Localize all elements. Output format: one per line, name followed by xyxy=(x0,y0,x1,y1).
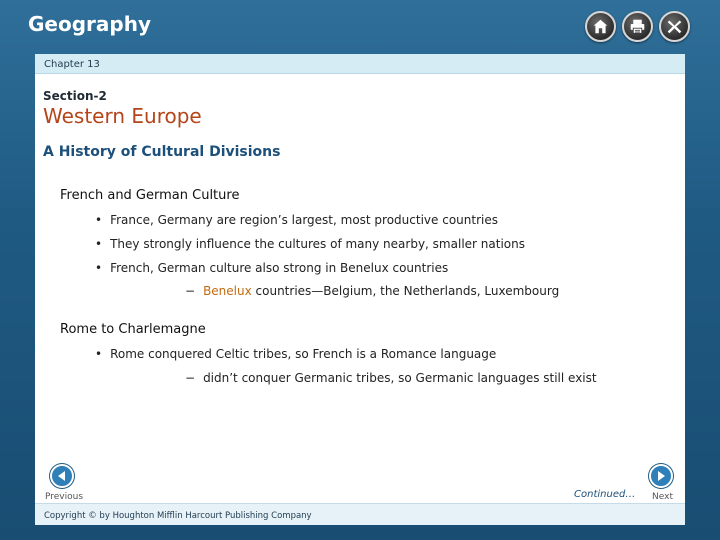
dash-glyph: − xyxy=(185,371,196,385)
chapter-bar: Chapter 13 xyxy=(35,54,685,74)
sub-bullet-item: − Benelux countries—Belgium, the Netherla… xyxy=(185,284,559,298)
previous-button[interactable] xyxy=(50,464,74,488)
bullet-glyph: • xyxy=(95,213,103,227)
continued-note: Continued… xyxy=(574,489,636,500)
home-icon xyxy=(593,19,608,34)
bullet-glyph: • xyxy=(95,261,103,275)
bullet-text: Rome conquered Celtic tribes, so French … xyxy=(110,347,497,361)
bullet-item: • They strongly influence the cultures of… xyxy=(95,237,525,251)
bullet-glyph: • xyxy=(95,347,103,361)
next-button[interactable] xyxy=(649,464,673,488)
bullet-text: They strongly influence the cultures of … xyxy=(110,237,525,251)
dash-glyph: − xyxy=(185,284,196,298)
home-button[interactable] xyxy=(585,11,616,42)
lesson-subtitle: A History of Cultural Divisions xyxy=(43,144,281,160)
key-term: Benelux xyxy=(203,284,252,298)
bullet-text: French, German culture also strong in Be… xyxy=(110,261,449,275)
bullet-item: • France, Germany are region’s largest, m… xyxy=(95,213,498,227)
print-button[interactable] xyxy=(622,11,653,42)
sub-bullet-text: countries—Belgium, the Netherlands, Luxe… xyxy=(251,284,560,298)
next-label: Next xyxy=(652,492,673,502)
copyright-footer: Copyright © by Houghton Mifflin Harcourt… xyxy=(35,503,685,525)
slide-content: Section-2 Western Europe A History of Cu… xyxy=(35,74,685,503)
bullet-item: • French, German culture also strong in B… xyxy=(95,261,448,275)
bullet-item: • Rome conquered Celtic tribes, so French… xyxy=(95,347,496,361)
topic-heading: Rome to Charlemagne xyxy=(60,322,206,337)
close-icon xyxy=(667,20,682,34)
topic-heading: French and German Culture xyxy=(60,188,240,203)
arrow-right-icon xyxy=(658,471,665,481)
arrow-left-icon xyxy=(58,471,65,481)
bullet-glyph: • xyxy=(95,237,103,251)
toolbar xyxy=(585,11,690,42)
chapter-label: Chapter 13 xyxy=(44,59,100,70)
close-button[interactable] xyxy=(659,11,690,42)
print-icon xyxy=(630,19,645,34)
page-title: Western Europe xyxy=(43,104,202,128)
app-title: Geography xyxy=(28,12,151,36)
section-label: Section-2 xyxy=(43,89,107,103)
copyright-text: Copyright © by Houghton Mifflin Harcourt… xyxy=(44,511,312,521)
bullet-text: France, Germany are region’s largest, mo… xyxy=(110,213,498,227)
previous-label: Previous xyxy=(45,492,84,502)
sub-bullet-item: − didn’t conquer Germanic tribes, so Germ… xyxy=(185,371,597,385)
sub-bullet-text: didn’t conquer Germanic tribes, so Germa… xyxy=(203,371,597,385)
